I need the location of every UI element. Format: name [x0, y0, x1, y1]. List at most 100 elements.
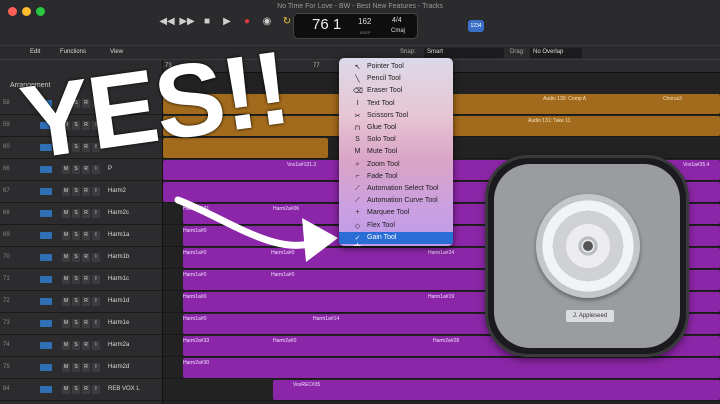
- input-monitor-button[interactable]: I: [92, 319, 100, 328]
- tool-menu-item[interactable]: ⟋ Automation Select Tool: [339, 183, 453, 195]
- cycle-icon[interactable]: ↻: [280, 14, 294, 28]
- track-number: 71: [3, 276, 10, 282]
- tool-menu-item[interactable]: ╲ Pencil Tool: [339, 73, 453, 85]
- record-enable-button[interactable]: R: [82, 187, 90, 196]
- tool-label: Marquee Tool: [367, 209, 410, 217]
- mute-button[interactable]: M: [62, 231, 70, 240]
- track-header-row[interactable]: 74 M S R I Harm2a: [0, 335, 163, 357]
- track-header-row[interactable]: 75 M S R I Harm2d: [0, 357, 163, 379]
- forward-icon[interactable]: ▶▶: [179, 14, 194, 28]
- track-number: 73: [3, 320, 10, 326]
- snap-label: Snap:: [400, 49, 416, 55]
- capture-icon[interactable]: ◉: [260, 14, 274, 28]
- tool-icon: ✓ ◂|▸: [353, 234, 362, 246]
- waveform-icon: [40, 210, 52, 217]
- tool-menu-item[interactable]: + Marquee Tool: [339, 207, 453, 219]
- record-enable-button[interactable]: R: [82, 297, 90, 306]
- record-enable-button[interactable]: R: [82, 363, 90, 372]
- tool-label: Text Tool: [367, 99, 395, 107]
- play-icon[interactable]: ▶: [220, 14, 234, 28]
- tool-menu: ↖ Pointer Tool ╲ Pencil Tool ⌫ Eraser Tool I Te…: [339, 58, 453, 246]
- mute-button[interactable]: M: [62, 341, 70, 350]
- tool-label: Automation Select Tool: [367, 185, 439, 192]
- snap-select[interactable]: Smart: [424, 48, 504, 58]
- input-monitor-button[interactable]: I: [92, 385, 100, 394]
- record-enable-button[interactable]: R: [82, 319, 90, 328]
- solo-button[interactable]: S: [72, 253, 80, 262]
- tool-menu-item[interactable]: S Solo Tool: [339, 134, 453, 146]
- solo-button[interactable]: S: [72, 385, 80, 394]
- input-monitor-button[interactable]: I: [92, 231, 100, 240]
- track-header-row[interactable]: 84 M S R I REB VOX L: [0, 379, 163, 401]
- solo-button[interactable]: S: [72, 231, 80, 240]
- functions-menu[interactable]: Functions: [60, 49, 86, 55]
- tool-menu-item[interactable]: ⌫ Eraser Tool: [339, 85, 453, 97]
- count-in-badge[interactable]: 1234: [468, 20, 484, 32]
- tool-menu-item[interactable]: I Text Tool: [339, 98, 453, 110]
- track-header-row[interactable]: 67 M S R I Harm2: [0, 181, 163, 203]
- mute-button[interactable]: M: [62, 275, 70, 284]
- record-icon[interactable]: ●: [240, 14, 254, 28]
- track-header-row[interactable]: 73 M S R I Harm1e: [0, 313, 163, 335]
- tool-icon: ⌫: [353, 88, 363, 96]
- input-monitor-button[interactable]: I: [92, 187, 100, 196]
- tool-icon: ⌕: [355, 160, 360, 168]
- mute-button[interactable]: M: [62, 187, 70, 196]
- track-header-row[interactable]: 68 M S R I Harm2c: [0, 203, 163, 225]
- waveform-icon: [40, 386, 52, 393]
- tool-menu-item[interactable]: ⟋ Automation Curve Tool: [339, 195, 453, 207]
- track-buttons: MSRI: [62, 187, 100, 196]
- track-header-row[interactable]: 70 M S R I Harm1b: [0, 247, 163, 269]
- track-number: 69: [3, 232, 10, 238]
- lcd-key: Cmaj: [391, 28, 406, 34]
- mute-button[interactable]: M: [62, 363, 70, 372]
- drag-select[interactable]: No Overlap: [530, 48, 582, 58]
- input-monitor-button[interactable]: I: [92, 275, 100, 284]
- region[interactable]: VoxREC#35: [273, 380, 720, 400]
- input-monitor-button[interactable]: I: [92, 253, 100, 262]
- solo-button[interactable]: S: [72, 297, 80, 306]
- record-enable-button[interactable]: R: [82, 275, 90, 284]
- tool-menu-item[interactable]: ↖ Pointer Tool: [339, 61, 453, 73]
- record-enable-button[interactable]: R: [82, 341, 90, 350]
- tool-menu-item[interactable]: ⌐ Fade Tool: [339, 171, 453, 183]
- stop-icon[interactable]: ■: [200, 14, 214, 28]
- edit-menu[interactable]: Edit: [30, 49, 40, 55]
- record-enable-button[interactable]: R: [82, 385, 90, 394]
- tool-label: Gain Tool: [367, 233, 397, 241]
- input-monitor-button[interactable]: I: [92, 209, 100, 218]
- tool-menu-item[interactable]: ✂ Scissors Tool: [339, 110, 453, 122]
- input-monitor-button[interactable]: I: [92, 341, 100, 350]
- input-monitor-button[interactable]: I: [92, 297, 100, 306]
- solo-button[interactable]: S: [72, 209, 80, 218]
- solo-button[interactable]: S: [72, 341, 80, 350]
- mute-button[interactable]: M: [62, 385, 70, 394]
- lcd-display[interactable]: 76 1 162 KEEP 4/4 Cmaj: [293, 13, 418, 39]
- tool-menu-item[interactable]: ⊓ Glue Tool: [339, 122, 453, 134]
- record-enable-button[interactable]: R: [82, 209, 90, 218]
- mute-button[interactable]: M: [62, 253, 70, 262]
- tool-icon: ⌐: [355, 172, 360, 180]
- tool-menu-item[interactable]: ◇ Flex Tool: [339, 220, 453, 232]
- solo-button[interactable]: S: [72, 319, 80, 328]
- rewind-icon[interactable]: ◀◀: [159, 14, 174, 28]
- track-header-row[interactable]: 71 M S R I Harm1c: [0, 269, 163, 291]
- disc-hole: [583, 241, 593, 251]
- mute-button[interactable]: M: [62, 209, 70, 218]
- record-enable-button[interactable]: R: [82, 253, 90, 262]
- record-enable-button[interactable]: R: [82, 231, 90, 240]
- input-monitor-button[interactable]: I: [92, 363, 100, 372]
- track-header-row[interactable]: 72 M S R I Harm1d: [0, 291, 163, 313]
- mute-button[interactable]: M: [62, 319, 70, 328]
- region[interactable]: Harm2a#30: [183, 358, 720, 378]
- tool-menu-item[interactable]: ✓ ◂|▸ Gain Tool: [339, 231, 453, 246]
- tool-menu-item[interactable]: M Mute Tool: [339, 146, 453, 158]
- track-buttons: MSRI: [62, 275, 100, 284]
- waveform-icon: [40, 320, 52, 327]
- mute-button[interactable]: M: [62, 297, 70, 306]
- solo-button[interactable]: S: [72, 275, 80, 284]
- solo-button[interactable]: S: [72, 187, 80, 196]
- tool-menu-item[interactable]: ⌕ Zoom Tool: [339, 159, 453, 171]
- solo-button[interactable]: S: [72, 363, 80, 372]
- track-header-row[interactable]: 69 M S R I Harm1a: [0, 225, 163, 247]
